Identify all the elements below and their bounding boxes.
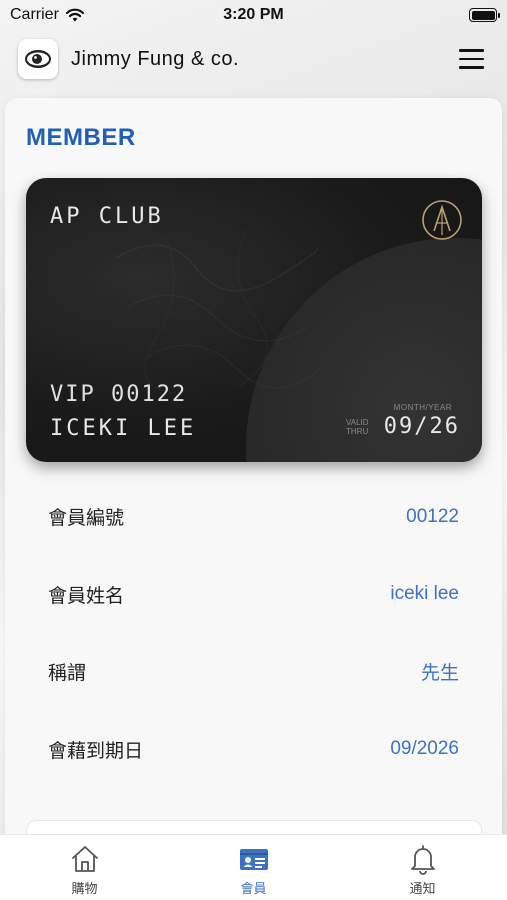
carrier-label: Carrier	[10, 6, 59, 23]
info-label: 會員姓名	[48, 584, 125, 607]
section-heading: MEMBER	[26, 124, 136, 151]
member-info-list: 會員編號 00122 會員姓名 iceki lee 稱謂 先生 會藉到期日 09…	[5, 478, 502, 788]
info-value: 09/2026	[390, 738, 459, 760]
member-card-icon	[239, 849, 268, 870]
info-label: 稱謂	[48, 662, 87, 685]
wifi-icon	[65, 8, 84, 21]
tab-label: 通知	[409, 882, 436, 897]
tab-label: 會員	[240, 882, 267, 897]
card-expiry: 09/26	[383, 414, 460, 439]
tab-member[interactable]: 會員	[169, 835, 338, 900]
info-row-expiry-date: 會藉到期日 09/2026	[5, 711, 502, 789]
tab-notifications[interactable]: 通知	[338, 835, 507, 900]
info-row-title: 稱謂 先生	[5, 633, 502, 711]
bell-icon	[410, 845, 435, 875]
tab-shopping[interactable]: 購物	[0, 835, 169, 900]
card-holder-name: ICEKI LEE	[50, 416, 197, 441]
status-left: Carrier	[10, 6, 85, 24]
card-valid-label: VALID	[346, 418, 369, 427]
bottom-tab-bar: 購物 會員 通知	[0, 834, 507, 900]
home-icon	[71, 846, 98, 872]
info-value: 先生	[420, 663, 459, 685]
card-marble-texture	[115, 227, 322, 394]
app-logo[interactable]	[18, 39, 58, 79]
info-row-member-number: 會員編號 00122	[5, 478, 502, 556]
member-panel: MEMBER AP CLUB VIP 00122 ICEKI LEE MONTH…	[5, 98, 502, 880]
info-label: 會藉到期日	[48, 739, 144, 762]
card-expiry-caption: MONTH/YEAR	[393, 403, 452, 412]
app-title: Jimmy Fung & co.	[71, 47, 240, 70]
info-label: 會員編號	[48, 507, 125, 530]
card-brand: AP CLUB	[50, 204, 164, 229]
tab-label: 購物	[71, 882, 98, 897]
card-thru-label: THRU	[346, 427, 369, 436]
battery-icon	[469, 8, 500, 22]
membership-card: AP CLUB VIP 00122 ICEKI LEE MONTH/YEAR V…	[26, 178, 482, 462]
info-value: 00122	[406, 505, 459, 527]
card-vip-number: VIP 00122	[50, 382, 188, 407]
info-value: iceki lee	[390, 583, 459, 605]
info-row-member-name: 會員姓名 iceki lee	[5, 556, 502, 634]
app-header: Jimmy Fung & co.	[0, 36, 507, 82]
card-valid-thru: VALID THRU	[346, 418, 376, 436]
status-bar: Carrier 3:20 PM	[0, 0, 507, 30]
hamburger-menu-icon[interactable]	[459, 44, 489, 74]
ap-emblem-icon	[422, 200, 462, 240]
eye-logo-icon	[25, 50, 51, 68]
